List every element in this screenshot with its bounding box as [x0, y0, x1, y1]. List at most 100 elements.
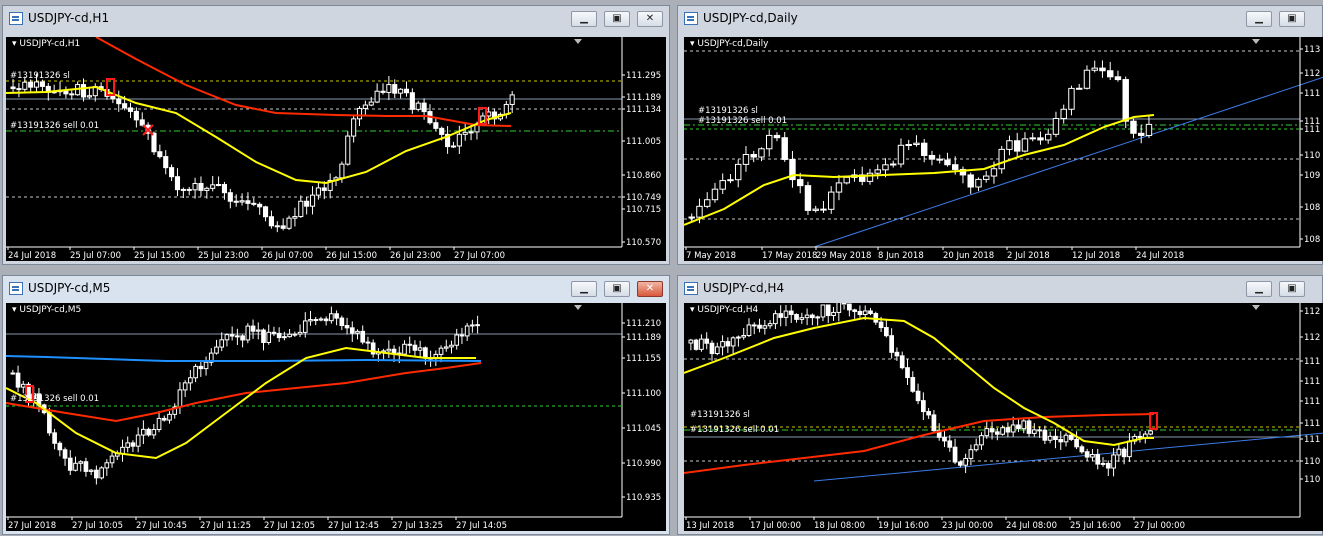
- time-tick-label: 2 Jul 2018: [1007, 251, 1050, 261]
- price-tick-label: 110: [1304, 457, 1320, 467]
- candle-body: [936, 158, 943, 161]
- candle-body: [1037, 137, 1044, 141]
- price-tick-label: 112: [1304, 69, 1320, 79]
- candle-body: [180, 188, 186, 191]
- window-title: USDJPY-cd,H1: [28, 11, 110, 25]
- candle-body: [127, 107, 134, 112]
- price-tick-label: 111.134: [626, 105, 661, 115]
- candle-body: [741, 334, 747, 338]
- candle-body: [475, 324, 480, 327]
- candle-body: [186, 188, 192, 191]
- chart-canvas[interactable]: #13191326 sl #13191326 sell 0.01 112 112 111…: [684, 303, 1323, 531]
- chart-window-icon: [9, 282, 23, 295]
- order-sl-label: #13191326 sl: [10, 71, 70, 81]
- window-titlebar[interactable]: USDJPY-cd,H1 ▁ ▣ ✕: [3, 6, 669, 32]
- minimize-button[interactable]: ▁: [1246, 11, 1272, 27]
- window-title: USDJPY-cd,H4: [703, 281, 785, 295]
- candle-body: [812, 208, 819, 211]
- candle-body: [1099, 67, 1106, 72]
- candle-body: [762, 325, 768, 329]
- candle-body: [10, 372, 16, 375]
- price-tick-label: 108: [1304, 235, 1320, 245]
- candle-body: [1079, 446, 1085, 453]
- candle-body: [1090, 454, 1095, 458]
- time-tick-label: 27 Jul 14:05: [456, 521, 507, 531]
- chart-window-daily[interactable]: USDJPY-cd,Daily ▁ ▣ #13191326 sl #1319132…: [677, 5, 1323, 265]
- candle-body: [815, 316, 821, 319]
- candle-body: [984, 428, 990, 437]
- candle-body: [104, 462, 110, 469]
- candle-body: [905, 144, 912, 147]
- chart-canvas[interactable]: #13191326 sl #13191326 sell 0.01 113 112 111…: [684, 37, 1323, 261]
- candle-body: [1060, 108, 1067, 120]
- candle-body: [423, 347, 428, 359]
- candle-body: [251, 202, 257, 205]
- candle-body: [235, 335, 240, 338]
- candle-body: [454, 334, 460, 346]
- candle-body: [1116, 448, 1122, 456]
- candle-body: [736, 336, 741, 339]
- price-tick-label: 111: [1304, 397, 1320, 407]
- window-titlebar[interactable]: USDJPY-cd,M5 ▁ ▣ ✕: [3, 276, 669, 302]
- maximize-button[interactable]: ▣: [604, 11, 630, 27]
- maximize-button[interactable]: ▣: [1279, 11, 1305, 27]
- symbol-label: USDJPY-cd,H1: [12, 39, 80, 49]
- candle-body: [693, 339, 699, 350]
- candle-body: [804, 185, 812, 211]
- candle-body: [1068, 87, 1075, 110]
- candle-body: [151, 132, 157, 153]
- candle-body: [182, 382, 188, 391]
- candle-body: [1100, 462, 1106, 465]
- minimize-button[interactable]: ▁: [1246, 281, 1272, 297]
- candle-body: [1084, 451, 1090, 458]
- candle-body: [386, 84, 392, 93]
- candle-body: [719, 180, 726, 190]
- price-tick-label: 112: [1304, 307, 1320, 317]
- chart-window-h1[interactable]: USDJPY-cd,H1 ▁ ▣ ✕ #13191326 sl #13191326…: [2, 5, 670, 265]
- candle-body: [198, 365, 204, 370]
- time-tick-label: 17 Jul 00:00: [750, 521, 801, 531]
- candle-body: [203, 361, 209, 370]
- chart-window-h4[interactable]: USDJPY-cd,H4 ▁ ▣ #13191326 sl #13191326 s…: [677, 275, 1323, 535]
- chart-canvas[interactable]: #13191326 sell 0.01 111.210 111.189 111.155…: [6, 303, 666, 531]
- candle-body: [88, 469, 94, 472]
- candle-body: [746, 324, 752, 336]
- candle-body: [1045, 133, 1052, 141]
- candle-body: [852, 309, 858, 312]
- candle-body: [334, 313, 339, 319]
- maximize-button[interactable]: ▣: [604, 281, 630, 297]
- candle-body: [967, 174, 974, 188]
- close-button[interactable]: ✕: [637, 281, 663, 297]
- window-title: USDJPY-cd,M5: [28, 281, 111, 295]
- candle-body: [1148, 430, 1153, 435]
- minimize-button[interactable]: ▁: [571, 11, 597, 27]
- price-tick-label: 110: [1304, 475, 1320, 485]
- minimize-button[interactable]: ▁: [571, 281, 597, 297]
- candle-body: [952, 164, 959, 170]
- candle-body: [688, 339, 694, 344]
- candle-body: [94, 469, 99, 479]
- chart-canvas[interactable]: #13191326 sl #13191326 sell 0.01 111.295 11…: [6, 37, 666, 261]
- maximize-button[interactable]: ▣: [1279, 281, 1305, 297]
- candle-body: [86, 95, 92, 98]
- candle-body: [99, 467, 104, 479]
- time-tick-label: 29 May 2018: [816, 251, 871, 261]
- candle-body: [820, 304, 826, 318]
- candle-body: [1121, 448, 1127, 458]
- window-titlebar[interactable]: USDJPY-cd,H4 ▁ ▣: [678, 276, 1322, 302]
- window-titlebar[interactable]: USDJPY-cd,Daily ▁ ▣: [678, 6, 1322, 32]
- candle-body: [116, 98, 122, 105]
- candle-body: [351, 118, 357, 137]
- chart-window-m5[interactable]: USDJPY-cd,M5 ▁ ▣ ✕ #13191326 sell 0.01 11…: [2, 275, 670, 535]
- candle-body: [239, 200, 245, 203]
- candle-body: [884, 327, 889, 337]
- candle-body: [398, 88, 404, 94]
- close-button[interactable]: ✕: [637, 11, 663, 27]
- candle-body: [83, 461, 89, 472]
- candle-body: [968, 449, 974, 459]
- price-tick-label: 111: [1304, 357, 1320, 367]
- candle-body: [942, 436, 947, 442]
- candle-body: [704, 338, 710, 344]
- candle-body: [297, 331, 303, 335]
- time-tick-label: 26 Jul 23:00: [390, 251, 441, 261]
